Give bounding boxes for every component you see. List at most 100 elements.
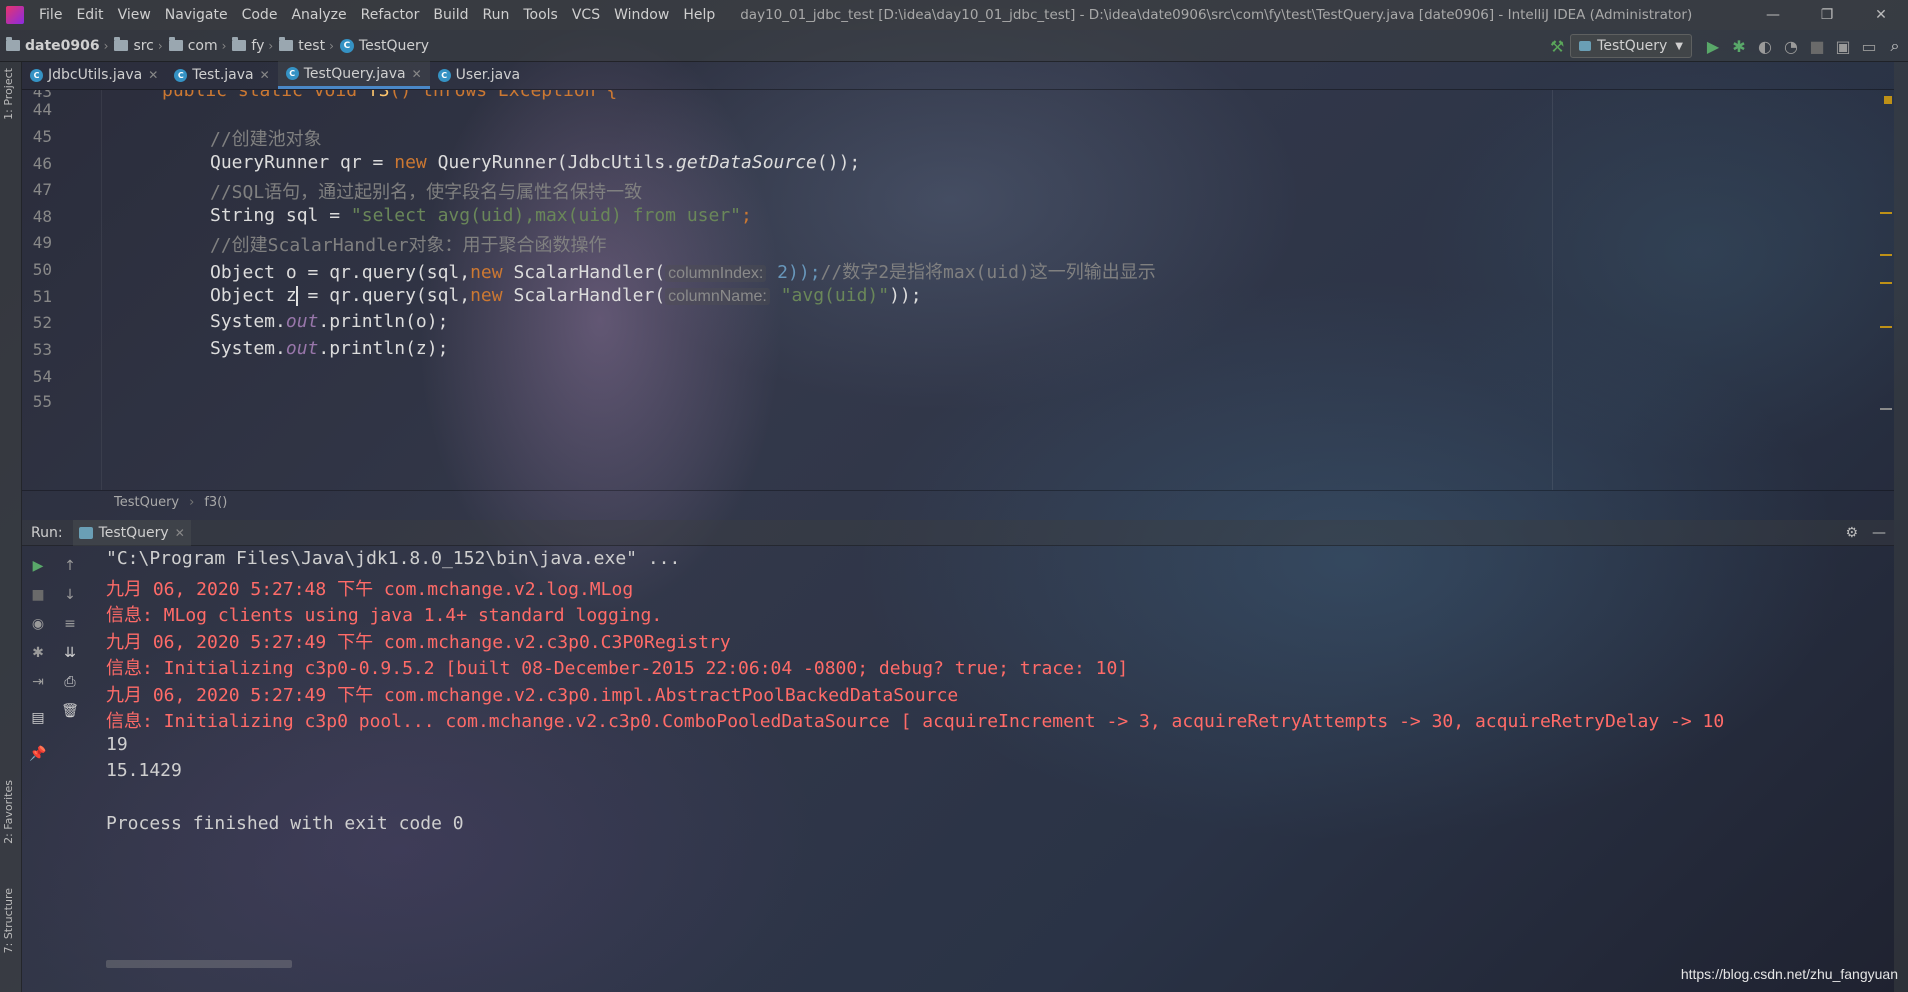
print-icon[interactable]: ⎙ bbox=[60, 672, 80, 692]
menu-help[interactable]: Help bbox=[676, 7, 722, 23]
menu-file[interactable]: File bbox=[32, 7, 69, 23]
breadcrumb-src[interactable]: src bbox=[108, 37, 157, 54]
trash-icon[interactable]: 🗑 bbox=[60, 701, 80, 721]
coverage-icon[interactable]: ◐ bbox=[1752, 34, 1778, 58]
breadcrumb-label: com bbox=[187, 37, 218, 54]
run-icon[interactable]: ▶ bbox=[1700, 34, 1726, 58]
tab-testquery[interactable]: C TestQuery.java ✕ bbox=[277, 61, 430, 89]
layout-icon[interactable]: ▭ bbox=[1856, 34, 1882, 58]
menu-refactor[interactable]: Refactor bbox=[354, 7, 427, 23]
window-controls: — ❐ ✕ bbox=[1746, 0, 1908, 30]
menu-analyze[interactable]: Analyze bbox=[284, 7, 353, 23]
layout-icon[interactable]: ▤ bbox=[28, 708, 48, 728]
menu-view[interactable]: View bbox=[111, 7, 158, 23]
right-tool-stripe bbox=[1894, 62, 1908, 992]
profile-icon[interactable]: ◔ bbox=[1778, 34, 1804, 58]
menu-code[interactable]: Code bbox=[235, 7, 285, 23]
run-tab-testquery[interactable]: TestQuery ✕ bbox=[72, 519, 191, 546]
bug-icon[interactable]: ✱ bbox=[28, 643, 48, 663]
rerun-icon[interactable]: ▶ bbox=[28, 556, 48, 576]
warning-icon[interactable] bbox=[1884, 96, 1892, 104]
folder-icon bbox=[114, 37, 129, 51]
menu-edit[interactable]: Edit bbox=[69, 7, 110, 23]
breadcrumb-class[interactable]: TestQuery bbox=[114, 495, 179, 510]
code-token: System. bbox=[210, 311, 286, 332]
tab-user[interactable]: C User.java bbox=[430, 61, 528, 89]
line-number: 52 bbox=[32, 313, 52, 332]
console-output[interactable]: "C:\Program Files\Java\jdk1.8.0_152\bin\… bbox=[88, 548, 1894, 978]
code-token: f3 bbox=[367, 90, 390, 101]
run-configuration-dropdown[interactable]: TestQuery ▼ bbox=[1570, 34, 1692, 58]
hide-panel-icon[interactable]: — bbox=[1872, 525, 1886, 541]
breadcrumb-testquery[interactable]: C TestQuery bbox=[334, 38, 433, 54]
scroll-thumb[interactable] bbox=[1880, 408, 1892, 410]
gear-icon[interactable]: ⚙ bbox=[1845, 525, 1858, 541]
code-editor[interactable]: 43 44 45 46 47 48 49 50 51 52 53 54 55 p… bbox=[22, 90, 1894, 490]
code-token: ScalarHandler( bbox=[502, 262, 666, 283]
restore-button[interactable]: ❐ bbox=[1800, 0, 1854, 30]
menu-run[interactable]: Run bbox=[476, 7, 517, 23]
arrow-up-icon[interactable]: ↑ bbox=[60, 556, 80, 576]
code-token: out bbox=[285, 311, 319, 332]
breadcrumb-project[interactable]: date0906 bbox=[0, 37, 104, 54]
close-window-button[interactable]: ✕ bbox=[1854, 0, 1908, 30]
code-token: "select avg(uid),max(uid) from user" bbox=[350, 205, 742, 226]
code-token: new bbox=[470, 285, 503, 306]
folder-icon bbox=[6, 37, 20, 51]
build-hammer-icon[interactable]: ⚒ bbox=[1544, 34, 1570, 58]
breadcrumb-label: date0906 bbox=[25, 37, 100, 54]
left-tool-stripe: 1: Project 2: Favorites 7: Structure bbox=[0, 62, 22, 992]
breadcrumb-com[interactable]: com bbox=[163, 37, 222, 54]
breadcrumb-label: TestQuery bbox=[358, 37, 430, 54]
code-token: ; bbox=[741, 205, 752, 226]
stop-icon[interactable]: ■ bbox=[28, 585, 48, 605]
line-number: 48 bbox=[32, 207, 52, 226]
right-margin-guide bbox=[1552, 90, 1553, 490]
warning-marker[interactable] bbox=[1880, 326, 1892, 328]
breadcrumb-test[interactable]: test bbox=[273, 37, 329, 54]
warning-marker[interactable] bbox=[1880, 212, 1892, 214]
close-icon[interactable]: ✕ bbox=[412, 67, 422, 81]
warning-marker[interactable] bbox=[1880, 254, 1892, 256]
scroll-to-end-icon[interactable]: ⇊ bbox=[60, 643, 80, 663]
camera-icon[interactable]: ◉ bbox=[28, 614, 48, 634]
menu-vcs[interactable]: VCS bbox=[565, 7, 607, 23]
tab-test[interactable]: C Test.java ✕ bbox=[166, 61, 277, 89]
pin-icon[interactable]: 📌 bbox=[28, 744, 48, 764]
minimize-button[interactable]: — bbox=[1746, 0, 1800, 30]
folder-icon bbox=[168, 37, 183, 51]
code-line-51: Object z = qr.query(sql,new ScalarHandle… bbox=[210, 285, 922, 306]
console-line: Process finished with exit code 0 bbox=[106, 813, 464, 834]
close-icon[interactable]: ✕ bbox=[260, 68, 270, 82]
warning-marker[interactable] bbox=[1880, 282, 1892, 284]
menu-tools[interactable]: Tools bbox=[516, 7, 565, 23]
structure-tool-tab[interactable]: 7: Structure bbox=[2, 888, 15, 953]
search-icon[interactable]: ⌕ bbox=[1882, 34, 1908, 58]
breadcrumb-fy[interactable]: fy bbox=[226, 37, 268, 54]
menu-bar: File Edit View Navigate Code Analyze Ref… bbox=[0, 0, 1908, 30]
error-stripe[interactable] bbox=[1880, 90, 1894, 490]
horizontal-scrollbar[interactable] bbox=[106, 960, 292, 968]
favorites-tool-tab[interactable]: 2: Favorites bbox=[2, 780, 15, 844]
menu-window[interactable]: Window bbox=[607, 7, 676, 23]
code-token: public static void bbox=[162, 90, 368, 101]
project-tool-tab[interactable]: 1: Project bbox=[2, 68, 15, 120]
breadcrumb-method[interactable]: f3() bbox=[204, 495, 227, 510]
stop-icon[interactable]: ■ bbox=[1804, 34, 1830, 58]
line-number: 46 bbox=[32, 154, 52, 173]
debug-icon[interactable]: ✱ bbox=[1726, 34, 1752, 58]
close-icon[interactable]: ✕ bbox=[148, 68, 158, 82]
exit-icon[interactable]: ⇥ bbox=[28, 672, 48, 692]
menu-build[interactable]: Build bbox=[426, 7, 475, 23]
arrow-down-icon[interactable]: ↓ bbox=[60, 585, 80, 605]
code-token: = qr.query(sql, bbox=[296, 285, 471, 306]
line-number: 50 bbox=[32, 260, 52, 279]
menu-navigate[interactable]: Navigate bbox=[158, 7, 235, 23]
project-structure-icon[interactable]: ▣ bbox=[1830, 34, 1856, 58]
code-token: String sql = bbox=[210, 205, 351, 226]
soft-wrap-icon[interactable]: ≡ bbox=[60, 614, 80, 634]
code-line-48: String sql = "select avg(uid),max(uid) f… bbox=[210, 205, 752, 226]
run-tab-label: TestQuery bbox=[98, 524, 169, 541]
close-icon[interactable]: ✕ bbox=[175, 526, 185, 540]
tab-jdbcutils[interactable]: C JdbcUtils.java ✕ bbox=[22, 61, 166, 89]
